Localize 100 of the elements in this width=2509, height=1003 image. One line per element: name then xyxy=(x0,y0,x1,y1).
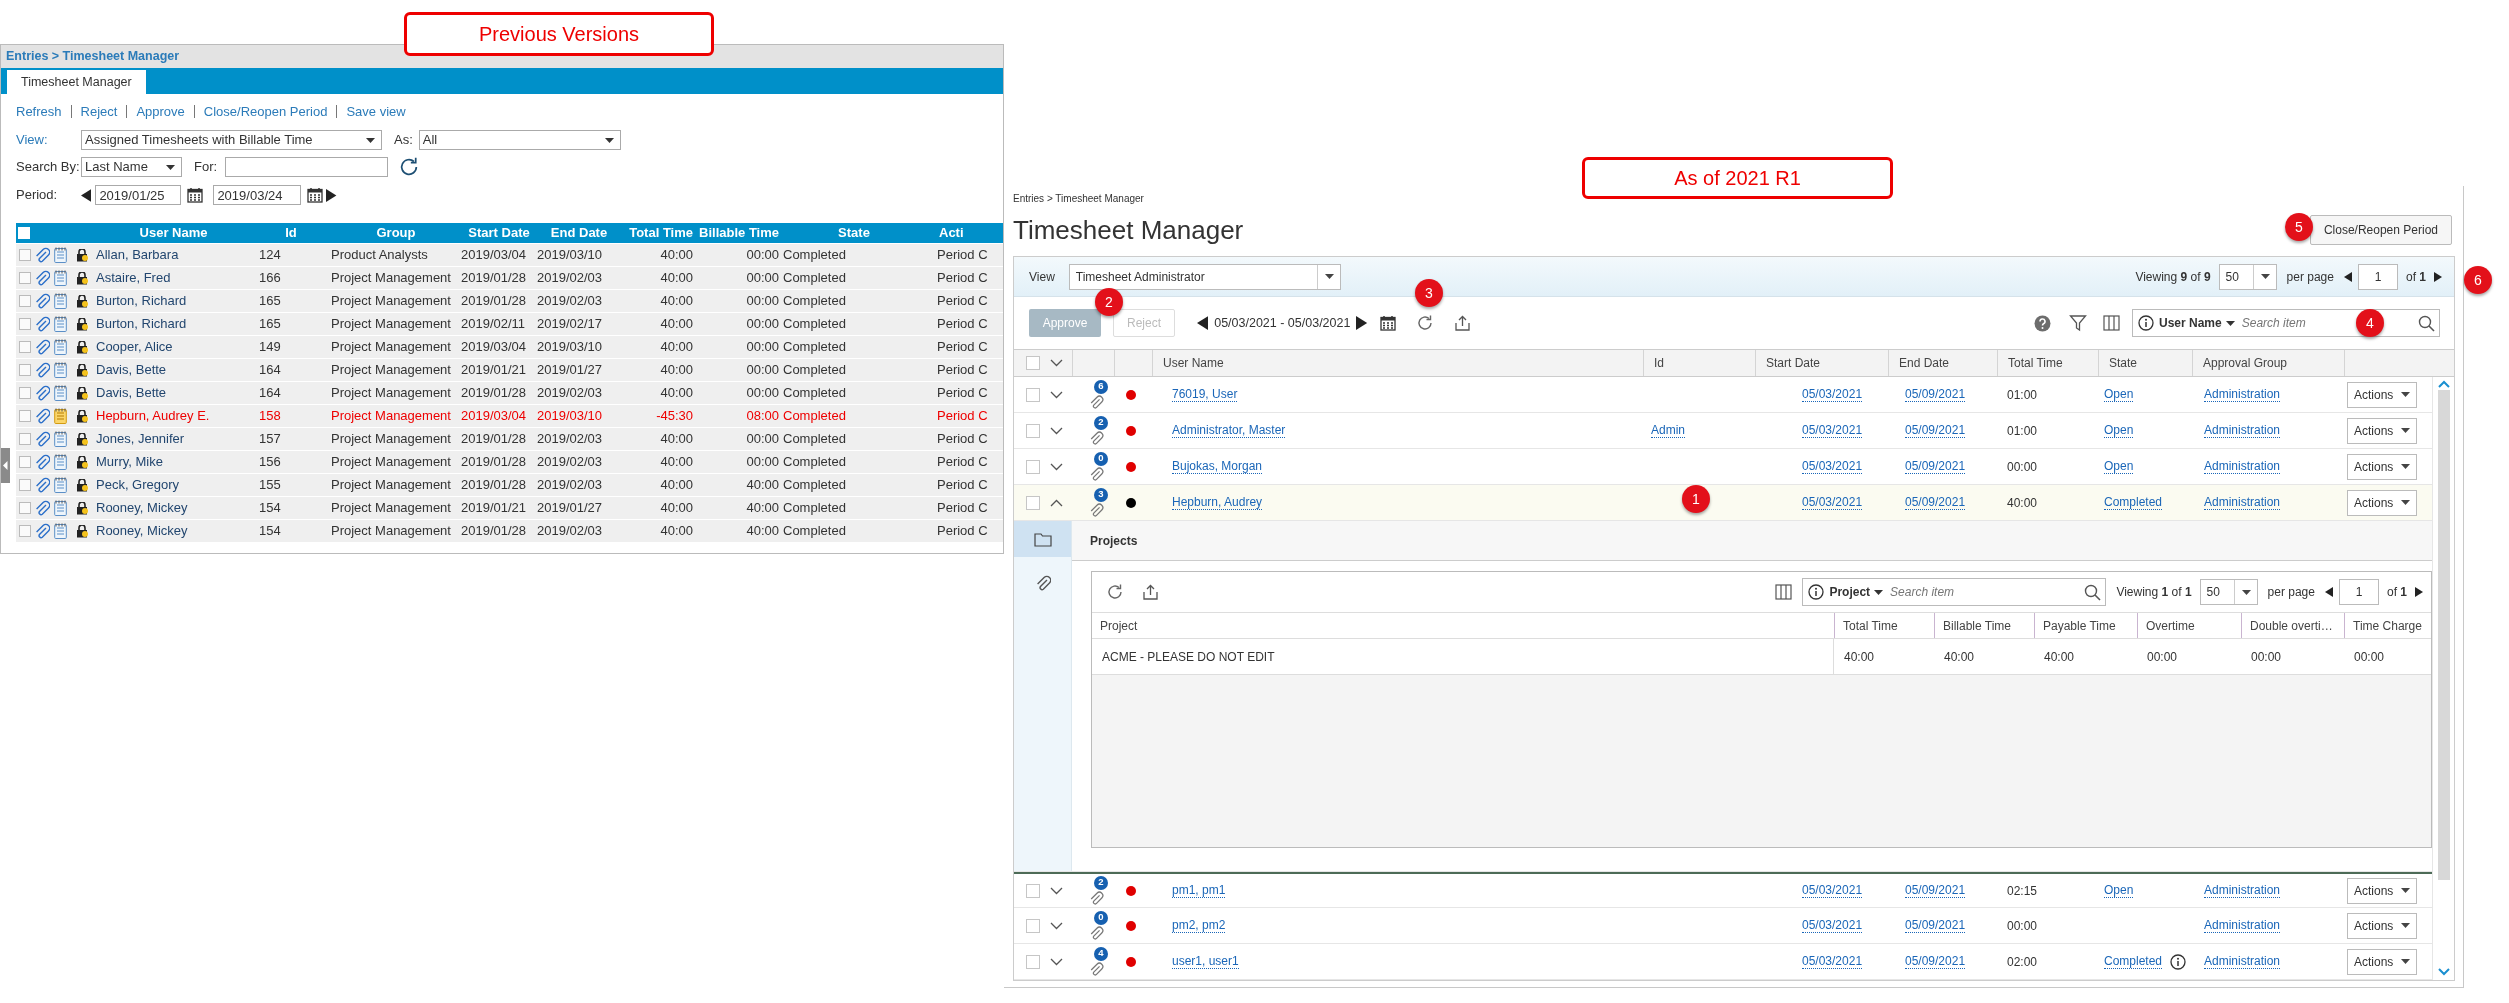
notepad-icon[interactable] xyxy=(54,477,67,493)
user-name-link[interactable]: Hepburn, Audrey xyxy=(1172,495,1263,510)
notepad-icon[interactable] xyxy=(54,270,67,286)
previous-period-icon[interactable] xyxy=(81,188,92,202)
collapse-handle[interactable] xyxy=(1,448,10,483)
refresh-icon[interactable] xyxy=(1415,314,1434,332)
row-checkbox[interactable] xyxy=(1026,883,1040,898)
column-header[interactable]: State xyxy=(2109,354,2138,372)
next-period-icon[interactable] xyxy=(1356,316,1368,330)
user-name-link[interactable]: Allan, Barbara xyxy=(96,245,251,265)
column-header[interactable]: Overtime xyxy=(2146,616,2195,635)
action-link[interactable]: Close/Reopen Period xyxy=(203,102,328,121)
lock-icon[interactable] xyxy=(76,271,89,285)
column-header[interactable]: Total Time xyxy=(2008,354,2063,372)
chevron-up-icon[interactable] xyxy=(1050,498,1063,507)
export-icon[interactable] xyxy=(1142,583,1159,601)
page-field[interactable]: 1 xyxy=(2357,263,2398,290)
notepad-icon[interactable] xyxy=(54,408,67,424)
lock-icon[interactable] xyxy=(76,294,89,308)
row-checkbox[interactable] xyxy=(1026,495,1040,510)
paperclip-icon[interactable] xyxy=(34,338,50,356)
actions-button[interactable]: Actions xyxy=(2347,912,2418,939)
previous-page-icon[interactable] xyxy=(2343,271,2352,282)
approval-group-link[interactable]: Administration xyxy=(2204,423,2281,438)
paperclip-icon[interactable] xyxy=(34,430,50,448)
user-name-link[interactable]: Davis, Bette xyxy=(96,383,251,403)
close-reopen-button[interactable]: Close/Reopen Period xyxy=(2309,215,2452,245)
next-page-icon[interactable] xyxy=(2415,587,2423,597)
paperclip-icon[interactable] xyxy=(34,269,50,287)
user-name-link[interactable]: Cooper, Alice xyxy=(96,337,251,357)
column-header[interactable]: Double overti… xyxy=(2250,616,2333,635)
per-page-dropdown[interactable]: 50 xyxy=(2199,579,2258,605)
search-by-dropdown[interactable]: Last Name xyxy=(81,157,182,177)
notepad-icon[interactable] xyxy=(54,431,67,447)
approval-group-link[interactable]: Administration xyxy=(2204,918,2281,933)
end-date-link[interactable]: 05/09/2021 xyxy=(1905,495,1966,510)
start-date-link[interactable]: 05/03/2021 xyxy=(1802,495,1863,510)
next-page-icon[interactable] xyxy=(2434,271,2442,282)
calendar-icon[interactable] xyxy=(1379,315,1396,331)
user-name-link[interactable]: Burton, Richard xyxy=(96,291,251,311)
action-link[interactable]: Save view xyxy=(346,102,406,121)
end-date-link[interactable]: 05/09/2021 xyxy=(1905,954,1966,969)
user-name-link[interactable]: pm2, pm2 xyxy=(1172,918,1226,933)
actions-button[interactable]: Actions xyxy=(2347,381,2418,408)
for-field[interactable] xyxy=(225,157,389,177)
breadcrumb[interactable]: Entries > Timesheet Manager xyxy=(6,49,180,63)
paperclip-icon[interactable] xyxy=(34,361,50,379)
start-date-link[interactable]: 05/03/2021 xyxy=(1802,954,1863,969)
paperclip-icon[interactable] xyxy=(34,407,50,425)
approval-group-link[interactable]: Administration xyxy=(2204,954,2281,969)
user-name-link[interactable]: Burton, Richard xyxy=(96,314,251,334)
column-header[interactable]: Acti xyxy=(929,223,1003,243)
user-name-link[interactable]: Bujokas, Morgan xyxy=(1172,459,1263,474)
paperclip-icon[interactable] xyxy=(34,246,50,264)
lock-icon[interactable] xyxy=(76,340,89,354)
tab[interactable]: Timesheet Manager xyxy=(7,70,146,94)
chevron-down-icon[interactable] xyxy=(1050,462,1063,471)
chevron-down-icon[interactable] xyxy=(1050,957,1063,966)
user-name-link[interactable]: Administrator, Master xyxy=(1172,423,1286,438)
columns-icon[interactable] xyxy=(1775,584,1793,600)
column-header[interactable]: User Name xyxy=(96,223,251,243)
field-dropdown[interactable]: Project xyxy=(1829,583,1884,601)
end-date-link[interactable]: 05/09/2021 xyxy=(1905,918,1966,933)
notepad-icon[interactable] xyxy=(54,293,67,309)
user-name-link[interactable]: Hepburn, Audrey E. xyxy=(96,406,251,426)
chevron-down-icon[interactable] xyxy=(1050,359,1063,367)
column-header[interactable]: Start Date xyxy=(461,223,537,243)
column-header[interactable]: End Date xyxy=(537,223,621,243)
filter-icon[interactable] xyxy=(2069,314,2087,332)
search-icon[interactable] xyxy=(2084,583,2102,601)
paperclip-icon[interactable] xyxy=(1088,501,1104,518)
notepad-icon[interactable] xyxy=(54,523,67,539)
column-header[interactable]: Total Time xyxy=(621,223,693,243)
search-icon[interactable] xyxy=(2418,314,2435,332)
field-dropdown[interactable]: User Name xyxy=(2159,314,2235,332)
paperclip-icon[interactable] xyxy=(1088,924,1104,941)
chevron-down-icon[interactable] xyxy=(1050,921,1063,930)
lock-icon[interactable] xyxy=(76,409,89,423)
lock-icon[interactable] xyxy=(76,317,89,331)
lock-icon[interactable] xyxy=(76,501,89,515)
state-link[interactable]: Open xyxy=(2104,423,2134,438)
paperclip-icon[interactable] xyxy=(34,315,50,333)
scrollbar-thumb[interactable] xyxy=(2437,390,2450,880)
user-name-link[interactable]: Astaire, Fred xyxy=(96,268,251,288)
row-checkbox[interactable] xyxy=(19,295,31,307)
state-link[interactable]: Completed xyxy=(2104,954,2163,969)
action-link[interactable]: Refresh xyxy=(16,102,62,121)
lock-icon[interactable] xyxy=(76,363,89,377)
column-header[interactable]: Payable Time xyxy=(2043,616,2116,635)
row-checkbox[interactable] xyxy=(19,272,31,284)
actions-button[interactable]: Actions xyxy=(2347,489,2418,516)
refresh-icon[interactable] xyxy=(1106,583,1124,601)
paperclip-icon[interactable] xyxy=(1034,574,1051,592)
start-date-link[interactable]: 05/03/2021 xyxy=(1802,918,1863,933)
paperclip-icon[interactable] xyxy=(34,384,50,402)
row-checkbox[interactable] xyxy=(19,433,31,445)
row-checkbox[interactable] xyxy=(19,410,31,422)
row-checkbox[interactable] xyxy=(1026,459,1040,474)
user-name-link[interactable]: Davis, Bette xyxy=(96,360,251,380)
state-link[interactable]: Open xyxy=(2104,387,2134,402)
